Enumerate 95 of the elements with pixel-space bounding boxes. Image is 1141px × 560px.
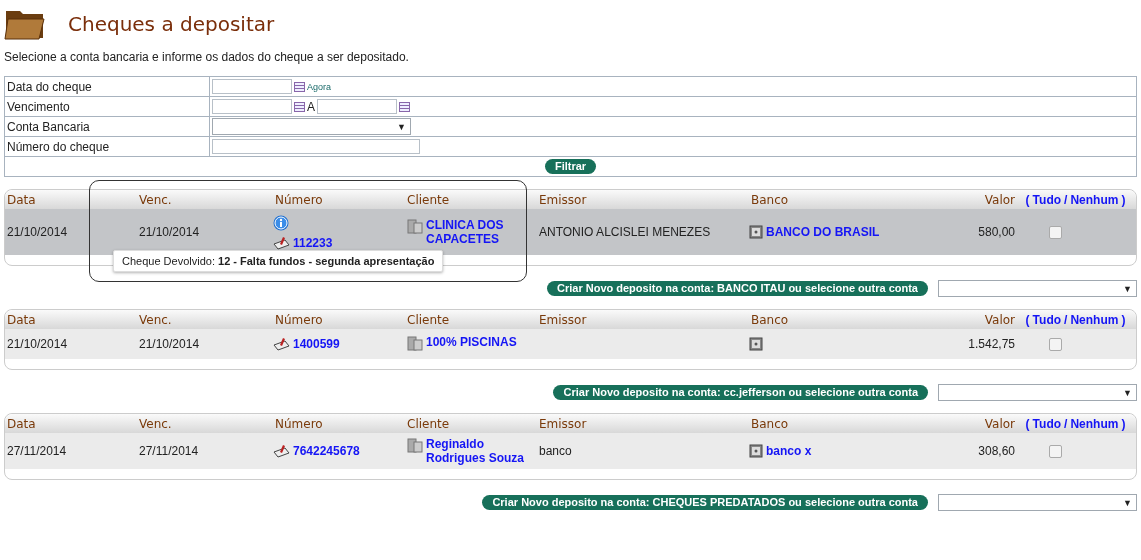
- column-header: Emissor: [538, 312, 587, 327]
- issuer-cell-text: ANTONIO ALCISLEI MENEZES: [538, 225, 711, 239]
- field-label: Data do cheque: [5, 77, 210, 97]
- calendar-icon[interactable]: [294, 101, 305, 112]
- bank-link[interactable]: banco x: [766, 444, 812, 458]
- column-header: Cliente: [406, 312, 450, 327]
- column-header: Valor: [983, 192, 1015, 207]
- date-cell-text: 21/10/2014: [6, 337, 68, 351]
- account-select[interactable]: ▼: [938, 494, 1137, 511]
- table-row[interactable]: 21/10/2014 21/10/2014 112233 CLINICA DOS CAPACETES ANTONIO ALCISLEI MENEZES BANCO DO BRASIL 580,00: [5, 209, 1136, 255]
- safe-icon: [749, 444, 763, 458]
- building-icon: [407, 334, 423, 351]
- row-checkbox[interactable]: [1049, 444, 1062, 458]
- calendar-icon[interactable]: [294, 81, 305, 92]
- cheque-number-link[interactable]: 7642245678: [293, 444, 360, 458]
- column-header: Data: [6, 192, 36, 207]
- account-select[interactable]: ▼: [938, 384, 1137, 401]
- cheque-icon: [273, 444, 290, 458]
- field-label: Número do cheque: [5, 137, 210, 157]
- column-header: Número: [274, 416, 323, 431]
- paren: (: [1025, 312, 1030, 327]
- instructions-text: Selecione a conta bancaria e informe os dados do cheque a ser depositado.: [4, 50, 410, 64]
- due-date-cell-text: 21/10/2014: [138, 337, 200, 351]
- new-deposit-button[interactable]: Criar Novo deposito na conta: BANCO ITAU ou selecione outra conta: [547, 281, 928, 296]
- row-checkbox[interactable]: [1049, 337, 1062, 351]
- paren: ): [1121, 192, 1126, 207]
- issuer-cell-text: banco: [538, 444, 572, 458]
- info-icon: [273, 214, 289, 231]
- paren: ): [1121, 312, 1126, 327]
- paren: ): [1121, 416, 1126, 431]
- safe-icon: [749, 337, 763, 351]
- column-header: Valor: [983, 312, 1015, 327]
- filter-button[interactable]: Filtrar: [544, 159, 597, 174]
- field-label: Vencimento: [5, 97, 210, 117]
- account-select[interactable]: ▼: [212, 118, 411, 135]
- field-label: Conta Bancaria: [5, 117, 210, 137]
- account-select[interactable]: ▼: [938, 280, 1137, 297]
- cheque-icon: [273, 235, 290, 250]
- paren: (: [1025, 416, 1030, 431]
- column-header: Banco: [750, 312, 789, 327]
- column-header: Cliente: [406, 416, 450, 431]
- date-input[interactable]: [317, 99, 397, 114]
- date-cell-text: 27/11/2014: [6, 444, 67, 458]
- select-all-link[interactable]: Tudo: [1032, 416, 1062, 431]
- column-header: Emissor: [538, 416, 587, 431]
- select-all-link[interactable]: Tudo: [1032, 192, 1062, 207]
- column-header: Valor: [983, 416, 1015, 431]
- due-date-cell-text: 21/10/2014: [138, 225, 200, 239]
- column-header: Venc.: [138, 192, 172, 207]
- amount-cell-text: 308,60: [977, 444, 1015, 458]
- safe-icon: [749, 225, 763, 239]
- select-all-link[interactable]: Tudo: [1032, 312, 1062, 327]
- column-header: Cliente: [406, 192, 450, 207]
- client-link[interactable]: 100% PISCINAS: [407, 334, 532, 349]
- select-none-link[interactable]: Nenhum: [1070, 192, 1119, 207]
- new-deposit-button[interactable]: Criar Novo deposito na conta: cc.jefferson ou selecione outra conta: [553, 385, 928, 400]
- building-icon: [407, 218, 423, 234]
- cheque-number-input[interactable]: [212, 139, 420, 154]
- bank-link[interactable]: BANCO DO BRASIL: [766, 225, 880, 239]
- column-header: Venc.: [138, 416, 172, 431]
- column-header: Número: [274, 312, 323, 327]
- row-checkbox[interactable]: [1049, 225, 1062, 239]
- column-header: Data: [6, 416, 36, 431]
- select-none-link[interactable]: Nenhum: [1070, 416, 1119, 431]
- table-row[interactable]: 21/10/2014 21/10/2014 1400599 100% PISCINAS 1.542,75: [5, 329, 1136, 359]
- building-icon: [407, 437, 423, 453]
- table-row[interactable]: 27/11/2014 27/11/2014 7642245678 Reginaldo Rodrigues Souza banco banco x 308,60: [5, 433, 1136, 469]
- slash: /: [1064, 192, 1068, 207]
- date-input[interactable]: [212, 79, 292, 94]
- column-header: Data: [6, 312, 36, 327]
- column-header: Banco: [750, 416, 789, 431]
- slash: /: [1064, 416, 1068, 431]
- date-cell-text: 21/10/2014: [6, 225, 68, 239]
- new-deposit-button[interactable]: Criar Novo deposito na conta: CHEQUES PREDATADOS ou selecione outra conta: [482, 495, 928, 510]
- column-header: Venc.: [138, 312, 172, 327]
- slash: /: [1064, 312, 1068, 327]
- date-input[interactable]: [212, 99, 292, 114]
- column-header: Banco: [750, 192, 789, 207]
- page-title: Cheques a depositar: [68, 12, 275, 36]
- cheque-number-link[interactable]: 1400599: [293, 337, 340, 351]
- calendar-icon[interactable]: [399, 101, 410, 112]
- range-separator: A: [307, 99, 315, 114]
- now-link[interactable]: Agora: [307, 81, 332, 92]
- cheque-icon: [273, 337, 290, 351]
- column-header: Emissor: [538, 192, 587, 207]
- select-none-link[interactable]: Nenhum: [1070, 312, 1119, 327]
- client-link[interactable]: Reginaldo Rodrigues Souza: [407, 437, 532, 465]
- paren: (: [1025, 192, 1030, 207]
- column-header: Número: [274, 192, 323, 207]
- client-link[interactable]: CLINICA DOS CAPACETES: [407, 218, 532, 246]
- amount-cell-text: 580,00: [977, 225, 1015, 239]
- cheque-number-link[interactable]: 112233: [293, 235, 333, 250]
- amount-cell-text: 1.542,75: [967, 337, 1015, 351]
- due-date-cell-text: 27/11/2014: [138, 444, 199, 458]
- tooltip: Cheque Devolvido: 12 - Falta fundos - segunda apresentação: [113, 250, 444, 272]
